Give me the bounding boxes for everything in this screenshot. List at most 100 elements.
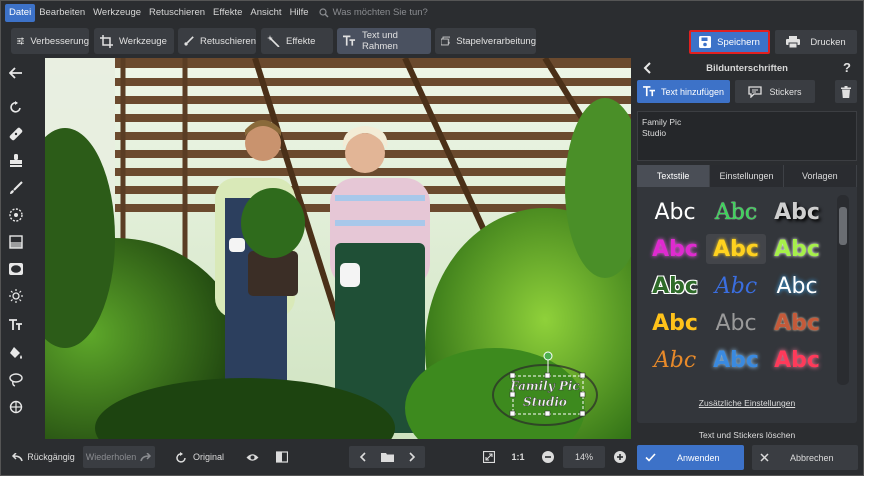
save-button[interactable]: Speichern [689,30,770,54]
text-style-panel: Textstile Einstellungen Vorlagen Abc Abc… [637,165,857,423]
menu-retuschieren[interactable]: Retuschieren [145,4,209,22]
light-tool[interactable] [7,287,25,305]
werkzeuge-button[interactable]: Werkzeuge [94,28,174,54]
panel-header: Bildunterschriften ? [635,58,859,78]
style-tabs: Textstile Einstellungen Vorlagen [637,165,857,187]
brush-tool[interactable] [7,179,25,197]
style-scrollbar[interactable] [837,195,849,385]
undo-label: Rückgängig [27,452,75,462]
text-style-preset[interactable]: Abc [645,308,705,338]
zoom-in-button[interactable] [611,446,629,468]
print-button[interactable]: Drucken [775,30,857,54]
floppy-disk-icon [699,36,712,48]
preview-eye-button[interactable] [242,446,262,468]
tab-textstile[interactable]: Textstile [637,165,711,187]
close-icon [760,453,769,462]
compare-split-icon [276,451,288,463]
cancel-button[interactable]: Abbrechen [752,445,858,470]
print-label: Drucken [810,36,846,48]
cancel-label: Abbrechen [790,452,834,463]
compare-button[interactable] [272,446,292,468]
menu-hilfe[interactable]: Hilfe [286,4,313,22]
text-style-preset[interactable]: Abc [706,271,766,301]
text-style-preset[interactable]: Abc [645,271,705,301]
chevron-right-icon[interactable] [408,452,416,462]
tab-vorlagen[interactable]: Vorlagen [783,165,857,187]
rotate-tool[interactable] [7,98,25,116]
caption-text-input[interactable]: Family Pic Studio [637,111,857,161]
text-style-preset[interactable]: Abc [767,234,827,264]
radial-filter-icon [9,208,23,222]
gradient-tool[interactable] [7,233,25,251]
radial-tool[interactable] [7,206,25,224]
check-icon [645,453,656,462]
paint-bucket-icon [10,347,22,359]
text-tool[interactable] [7,316,25,334]
text-style-preset[interactable]: Abc [645,197,705,227]
more-settings-link[interactable]: Zusätzliche Einstellungen [637,398,857,408]
text-rahmen-button[interactable]: Text und Rahmen [337,28,431,54]
stamp-tool[interactable] [7,152,25,170]
stickers-button[interactable]: Stickers [735,80,815,103]
fit-screen-button[interactable] [479,446,499,468]
redo-icon [140,452,152,461]
lasso-icon [9,373,23,387]
add-text-button[interactable]: Text hinzufügen [637,80,730,103]
text-style-preset[interactable]: Abc [645,345,705,375]
stapel-button[interactable]: Stapelverarbeitung [435,28,536,54]
text-style-preset[interactable]: Abc [706,197,766,227]
replace-tool[interactable] [7,371,25,389]
reset-icon [176,451,186,463]
menu-ansicht[interactable]: Ansicht [246,4,285,22]
retuschieren-button[interactable]: Retuschieren [178,28,256,54]
trash-icon [841,85,851,98]
text-tt-icon [343,35,356,46]
retuschieren-label: Retuschieren [200,35,256,47]
zoom-out-button[interactable] [539,446,557,468]
sun-icon [9,289,23,303]
text-style-preset[interactable]: Abc [706,345,766,375]
redo-button[interactable]: Wiederholen [83,446,155,468]
delete-button[interactable] [835,80,857,103]
menu-bearbeiten[interactable]: Bearbeiten [35,4,89,22]
scrollbar-thumb[interactable] [839,207,847,245]
zoom-level-field[interactable]: 14% [563,446,605,468]
menu-datei[interactable]: Datei [5,3,36,22]
chevron-left-icon[interactable] [359,452,367,462]
text-style-preset[interactable]: Abc [645,234,705,264]
tab-einstellungen[interactable]: Einstellungen [710,165,784,187]
text-style-preset[interactable]: Abc [767,197,827,227]
search-box[interactable]: Was möchten Sie tun? [318,7,428,18]
text-style-preset[interactable]: Abc [767,271,827,301]
menu-werkzeuge[interactable]: Werkzeuge [89,4,145,22]
target-tool[interactable] [7,398,25,416]
undo-button[interactable]: Rückgängig [9,446,77,468]
watermark-text: Family Pic [509,379,580,393]
folder-icon[interactable] [380,452,394,462]
eye-icon [246,453,258,461]
speech-bubble-icon [748,85,763,98]
back-arrow-tool[interactable] [7,64,25,82]
arrow-left-icon [9,67,22,79]
apply-button[interactable]: Anwenden [637,445,744,470]
text-tt-icon [643,86,655,97]
vignette-tool[interactable] [7,260,25,278]
original-button[interactable]: Original [169,446,231,468]
photo-canvas[interactable]: Family Pic Studio [45,58,631,439]
text-style-preset[interactable]: Abc [706,234,766,264]
panel-title: Bildunterschriften [706,62,788,74]
text-style-preset[interactable]: Abc [706,308,766,338]
fill-tool[interactable] [7,344,25,362]
crosshair-icon [9,400,23,414]
healing-tool[interactable] [7,125,25,143]
help-button[interactable]: ? [843,60,851,75]
text-style-preset[interactable]: Abc [767,308,827,338]
crop-icon [100,34,113,48]
effekte-button[interactable]: Effekte [261,28,333,54]
chevron-left-icon[interactable] [643,62,651,74]
verbesserung-button[interactable]: Verbesserung [11,28,89,54]
text-style-preset[interactable]: Abc [767,345,827,375]
search-icon [318,7,329,17]
menu-effekte[interactable]: Effekte [209,4,246,22]
actual-size-button[interactable]: 1:1 [507,446,529,468]
